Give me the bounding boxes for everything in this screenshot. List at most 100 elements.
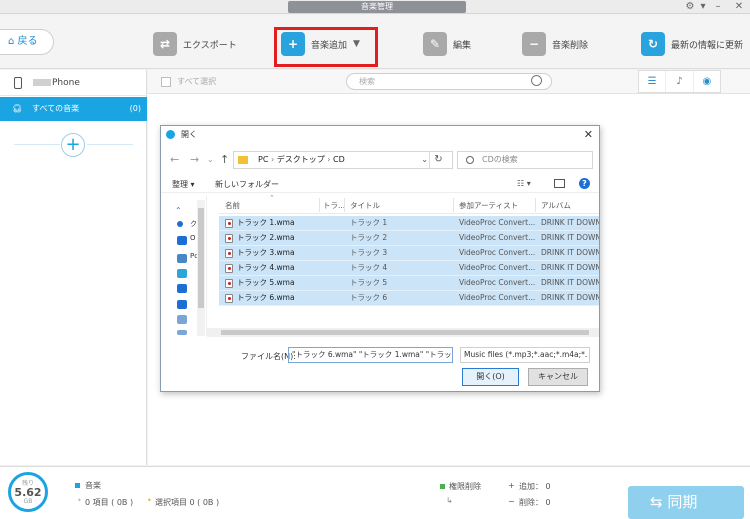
disc-view-icon[interactable]: ◉: [694, 71, 720, 92]
cancel-button[interactable]: キャンセル: [528, 368, 588, 386]
organize-button[interactable]: 整理 ▾: [172, 179, 195, 190]
file-album: DRINK IT DOWN: [541, 218, 599, 227]
file-artist: VideoProc Convert...: [459, 248, 535, 257]
column-name[interactable]: 名前: [225, 200, 240, 211]
file-name: トラック 2.wma: [237, 233, 295, 242]
nav-expand-icon[interactable]: ⌃: [175, 206, 182, 215]
nav-item-onedrive[interactable]: O: [190, 234, 196, 242]
list-view-icon[interactable]: ☰: [639, 71, 667, 92]
table-row[interactable]: トラック 2.wma トラック 2 VideoProc Convert... D…: [219, 231, 599, 246]
dialog-search-input[interactable]: CDの検索: [457, 151, 593, 169]
file-title: トラック 3: [350, 248, 388, 257]
address-dropdown-icon[interactable]: ⌄: [421, 152, 428, 168]
open-button[interactable]: 開く(O): [462, 368, 519, 386]
downloads-icon: [177, 284, 187, 293]
divider: [87, 144, 133, 145]
column-artist[interactable]: 参加アーティスト: [459, 200, 518, 211]
sync-button[interactable]: ⇆ 同期: [628, 486, 744, 519]
back-arrow-icon[interactable]: ←: [170, 153, 179, 166]
onedrive-icon: [177, 236, 187, 245]
table-row[interactable]: トラック 3.wma トラック 3 VideoProc Convert... D…: [219, 246, 599, 261]
minimize-icon[interactable]: –: [712, 1, 724, 13]
file-name: トラック 4.wma: [237, 263, 295, 272]
refresh-button[interactable]: ↻ 最新の情報に更新: [641, 27, 743, 61]
preview-pane-icon[interactable]: [554, 179, 565, 188]
music-legend-swatch: [75, 483, 80, 488]
column-divider[interactable]: [453, 198, 454, 212]
column-divider[interactable]: [344, 198, 345, 212]
edit-icon: ✎: [423, 32, 447, 56]
dialog-close-icon[interactable]: ✕: [584, 126, 593, 143]
refresh-folder-icon[interactable]: ↻: [429, 151, 447, 169]
file-list-hscrollbar-thumb[interactable]: [221, 330, 589, 335]
column-track[interactable]: トラ...: [323, 200, 345, 211]
filename-input[interactable]: "トラック 6.wma" "トラック 1.wma" "トラック 2.w: [288, 347, 453, 363]
back-label: 戻る: [17, 36, 38, 47]
audio-file-icon: [225, 294, 233, 303]
breadcrumb-desktop[interactable]: デスクトップ: [277, 155, 325, 164]
forward-arrow-icon[interactable]: →: [190, 153, 199, 166]
sidebar: [0, 70, 147, 465]
column-divider[interactable]: [319, 198, 320, 212]
table-row[interactable]: トラック 4.wma トラック 4 VideoProc Convert... D…: [219, 261, 599, 276]
all-music-label: すべての音楽: [32, 104, 80, 113]
file-album: DRINK IT DOWN: [541, 278, 599, 287]
command-bar: 整理 ▾ 新しいフォルダー ☷ ▾ ?: [161, 175, 599, 193]
table-row[interactable]: トラック 6.wma トラック 6 VideoProc Convert... D…: [219, 291, 599, 306]
selected-bullet-icon: •: [147, 496, 152, 505]
view-buttons: ☰ ♪ ◉: [638, 70, 721, 93]
filetype-select[interactable]: Music files (*.mp3;*.aac;*.m4a;*.: [460, 347, 590, 363]
close-icon[interactable]: ✕: [733, 1, 745, 13]
all-music-count: (0): [129, 104, 141, 113]
sidebar-item-all-music[interactable]: 🎧︎ すべての音楽 (0): [0, 97, 147, 121]
file-title: トラック 4: [350, 263, 388, 272]
add-playlist-button[interactable]: +: [61, 133, 85, 157]
pictures-icon: [177, 330, 187, 335]
artist-view-icon[interactable]: ♪: [666, 71, 694, 92]
address-bar[interactable]: PC › デスクトップ › CD ⌄: [233, 151, 453, 169]
removed-count: 削除： 0: [519, 498, 551, 507]
file-title: トラック 2: [350, 233, 388, 242]
breadcrumb-cd[interactable]: CD: [333, 155, 345, 164]
help-icon[interactable]: ?: [579, 178, 590, 189]
file-name: トラック 6.wma: [237, 293, 295, 302]
export-button[interactable]: ⇄ エクスポート: [153, 27, 237, 61]
dialog-search-icon: [466, 156, 474, 164]
quick-access-icon: [177, 221, 183, 227]
delete-legend-swatch: [440, 484, 445, 489]
table-row[interactable]: トラック 5.wma トラック 5 VideoProc Convert... D…: [219, 276, 599, 291]
back-button[interactable]: ⌂ 戻る: [0, 29, 54, 55]
select-all-checkbox[interactable]: [161, 77, 171, 87]
file-artist: VideoProc Convert...: [459, 218, 535, 227]
app-icon: [166, 130, 175, 139]
breadcrumb-pc[interactable]: PC: [258, 155, 268, 164]
search-icon[interactable]: [531, 75, 542, 86]
nav-scrollbar-thumb[interactable]: [198, 208, 204, 308]
search-input[interactable]: 検索: [346, 73, 552, 90]
added-count: 追加： 0: [519, 482, 551, 491]
nav-item-quick-access[interactable]: ク: [190, 219, 197, 229]
up-arrow-icon[interactable]: ↑: [220, 153, 229, 166]
sub-arrow-icon: ↳: [446, 496, 453, 505]
edit-button[interactable]: ✎ 編集: [423, 27, 471, 61]
selected-count: 選択項目 0 ( 0B ): [155, 498, 220, 507]
view-options-icon[interactable]: ☷ ▾: [517, 179, 531, 188]
file-title: トラック 1: [350, 218, 388, 227]
device-row[interactable]: Phone: [0, 70, 147, 96]
sync-label: 同期: [667, 493, 698, 511]
history-chevron-icon[interactable]: ⌄: [207, 155, 214, 164]
column-divider[interactable]: [535, 198, 536, 212]
table-row[interactable]: トラック 1.wma トラック 1 VideoProc Convert... D…: [219, 216, 599, 231]
settings-icon[interactable]: ⚙: [684, 1, 696, 13]
column-title[interactable]: タイトル: [350, 200, 380, 211]
delete-music-label: 音楽削除: [552, 40, 589, 51]
documents-icon: [177, 315, 187, 324]
audio-file-icon: [225, 264, 233, 273]
dropdown-icon[interactable]: ▾: [697, 1, 709, 13]
new-folder-button[interactable]: 新しいフォルダー: [215, 179, 279, 190]
file-album: DRINK IT DOWN: [541, 263, 599, 272]
delete-music-button[interactable]: − 音楽削除: [522, 27, 588, 61]
column-album[interactable]: アルバム: [541, 200, 571, 211]
desktop-icon: [177, 300, 187, 309]
file-name: トラック 5.wma: [237, 278, 295, 287]
